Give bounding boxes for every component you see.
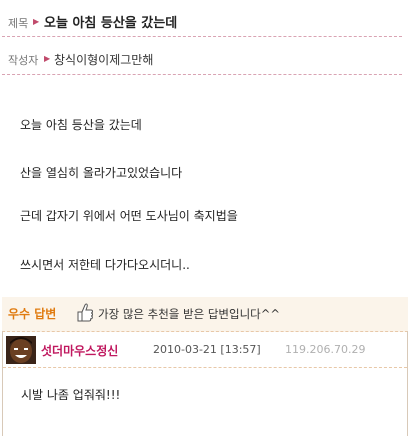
answer-ip: 119.206.70.29 bbox=[285, 343, 366, 356]
thumbs-up-hand-icon bbox=[74, 300, 96, 324]
title-row: 제목 ▶ 오늘 아침 등산을 갔는데 bbox=[2, 10, 402, 37]
best-answer-description: 가장 많은 추천을 받은 답변입니다^^ bbox=[98, 307, 281, 321]
avatar bbox=[6, 336, 36, 364]
arrow-right-icon: ▶ bbox=[44, 54, 51, 63]
writer-label: 작성자 bbox=[8, 54, 39, 67]
body-line: 산을 열심히 올라가고있었습니다 bbox=[20, 166, 183, 180]
best-answer-label: 우수 답변 bbox=[8, 307, 57, 321]
best-answer-bar: 우수 답변 가장 많은 추천을 받은 답변입니다^^ bbox=[2, 297, 408, 332]
answer-date: 2010-03-21 [13:57] bbox=[153, 343, 261, 356]
answer-author[interactable]: 섯더마우스정신 bbox=[41, 342, 118, 359]
answer-text: 시발 나좀 업줘줘!!! bbox=[21, 388, 121, 402]
answer-header: 섯더마우스정신 2010-03-21 [13:57] 119.206.70.29 bbox=[3, 331, 407, 368]
post-view: 제목 ▶ 오늘 아침 등산을 갔는데 작성자 ▶ 창식이형이제그만해 오늘 아침… bbox=[2, 0, 410, 436]
writer-name[interactable]: 창식이형이제그만해 bbox=[54, 51, 153, 68]
post-title: 오늘 아침 등산을 갔는데 bbox=[44, 16, 178, 31]
arrow-right-icon: ▶ bbox=[33, 17, 40, 26]
writer-row: 작성자 ▶ 창식이형이제그만해 bbox=[2, 46, 402, 75]
title-label: 제목 bbox=[8, 17, 29, 30]
answer-box: 섯더마우스정신 2010-03-21 [13:57] 119.206.70.29… bbox=[2, 331, 408, 436]
body-line: 근데 갑자기 위에서 어떤 도사님이 축지법을 bbox=[20, 209, 238, 223]
body-line: 쓰시면서 저한테 다가다오시더니.. bbox=[20, 258, 190, 272]
body-line: 오늘 아침 등산을 갔는데 bbox=[20, 118, 142, 132]
